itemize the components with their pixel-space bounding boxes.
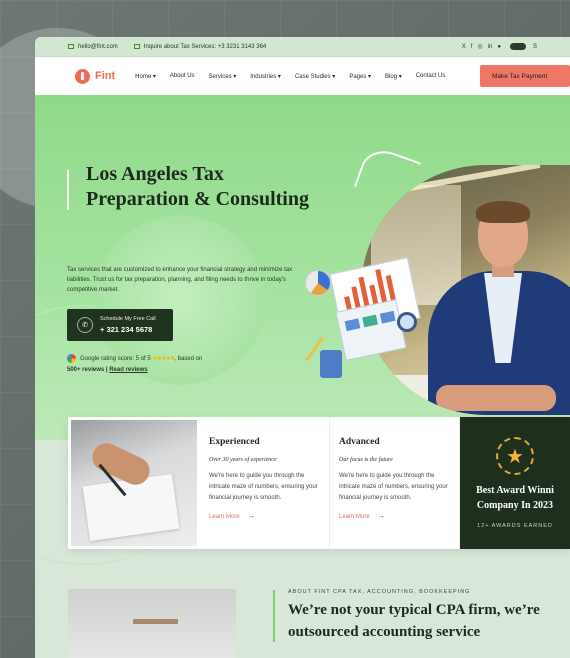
call-number: + 321 234 5678: [100, 325, 153, 334]
hero-title-line-2: Preparation & Consulting: [86, 188, 309, 210]
schedule-call-button[interactable]: ✆ Schedule My Free Call + 321 234 5678: [67, 309, 173, 341]
mail-icon: [68, 44, 74, 49]
inquiry-text: Inquire about Tax Services: +3 3231 3143…: [143, 43, 267, 50]
learn-more-label: Learn More: [209, 513, 240, 520]
calculator-icon: [320, 350, 342, 378]
phone-icon: [133, 44, 140, 49]
arrow-right-icon: →: [377, 513, 385, 520]
nav-item-case-studies[interactable]: Case Studies ▾: [295, 73, 335, 80]
google-rating: Google rating score: 5 of 5 ★★★★★, based…: [67, 354, 267, 376]
language-switch[interactable]: S: [533, 44, 537, 50]
nav-item-contact[interactable]: Contact Us: [416, 73, 446, 80]
rating-reviews: 500+ reviews |: [67, 367, 108, 374]
feature-card-experienced: Experienced Over 30 years of experience …: [200, 417, 330, 549]
feature-card-advanced: Advanced Our focus is the future We're h…: [330, 417, 460, 549]
hero-title-line-1: Los Angeles Tax: [86, 163, 224, 185]
logo-mark-icon: [75, 68, 90, 84]
award-title: Best Award Winni Company In 2023: [476, 483, 554, 513]
nav-item-services[interactable]: Services ▾: [209, 73, 237, 80]
hero-title: Los Angeles Tax Preparation & Consulting: [67, 162, 346, 212]
top-info-bar: hello@fint.com Inquire about Tax Service…: [35, 37, 570, 57]
pie-chart-icon: [305, 270, 331, 296]
about-image: [68, 589, 236, 658]
main-navigation: Fint Home ▾ About Us Services ▾ Industri…: [35, 57, 570, 95]
about-title-line-1: We’re not your typical CPA firm, we’re: [288, 602, 540, 618]
rating-suffix: , based on: [174, 356, 203, 363]
nav-menu: Home ▾ About Us Services ▾ Industries ▾ …: [135, 73, 445, 80]
email-text: hello@fint.com: [78, 43, 118, 50]
feature-description: We're here to guide you through the intr…: [339, 473, 448, 501]
award-laurel-icon: ★: [496, 437, 534, 475]
feature-cards: Experienced Over 30 years of experience …: [68, 417, 570, 549]
make-tax-payment-button[interactable]: Make Tax Payment: [480, 65, 570, 87]
learn-more-link[interactable]: Learn More →: [209, 513, 319, 520]
about-accent-bar: [273, 590, 275, 642]
magnifier-icon: [397, 312, 417, 332]
phone-call-icon: ✆: [77, 317, 93, 333]
hero-description: Tax services that are customized to enha…: [67, 267, 293, 293]
nav-item-home[interactable]: Home ▾: [135, 73, 156, 80]
about-title: We’re not your typical CPA firm, we’re o…: [288, 599, 540, 643]
rating-stars: ★★★★★: [152, 356, 175, 363]
arrow-right-icon: →: [247, 513, 255, 520]
learn-more-label: Learn More: [339, 513, 370, 520]
instagram-icon[interactable]: ◎: [477, 43, 482, 50]
finance-illustration: [305, 257, 425, 380]
award-title-line-2: Company In 2023: [476, 500, 554, 511]
nav-item-industries[interactable]: Industries ▾: [250, 73, 281, 80]
nav-item-pages[interactable]: Pages ▾: [349, 73, 371, 80]
logo[interactable]: Fint: [75, 68, 116, 84]
call-label: Schedule My Free Call: [100, 316, 156, 322]
consultant-figure: [416, 201, 570, 415]
feature-description: We're here to guide you through the intr…: [209, 473, 318, 501]
paperwork-image: [68, 417, 200, 549]
google-icon: [67, 354, 76, 363]
nav-item-blog[interactable]: Blog ▾: [385, 73, 402, 80]
about-title-line-2: outsourced accounting service: [288, 624, 481, 640]
wood-block: [133, 619, 178, 624]
learn-more-link[interactable]: Learn More →: [339, 513, 449, 520]
nav-item-about[interactable]: About Us: [170, 73, 195, 80]
awards-count: 12+ AWARDS EARNED: [477, 523, 553, 529]
facebook-icon[interactable]: f: [471, 44, 473, 50]
linkedin-icon[interactable]: in: [488, 44, 493, 50]
website-page: hello@fint.com Inquire about Tax Service…: [35, 37, 570, 658]
feature-subtitle: Our focus is the future: [339, 457, 393, 463]
title-accent-bar: [67, 170, 69, 210]
read-reviews-link[interactable]: Read reviews: [109, 367, 147, 373]
youtube-icon[interactable]: ●: [497, 44, 501, 50]
inquiry-contact[interactable]: Inquire about Tax Services: +3 3231 3143…: [133, 43, 267, 50]
x-icon[interactable]: X: [462, 44, 466, 50]
about-kicker: ABOUT FINT CPA TAX, ACCOUNTING, BOOKKEEP…: [288, 589, 471, 595]
award-card: ★ Best Award Winni Company In 2023 12+ A…: [460, 417, 570, 549]
theme-toggle[interactable]: [509, 43, 526, 50]
social-links: X f ◎ in ● S: [462, 43, 537, 50]
logo-text: Fint: [95, 70, 116, 82]
hero-section: Los Angeles Tax Preparation & Consulting…: [35, 95, 570, 565]
email-contact[interactable]: hello@fint.com: [68, 44, 118, 50]
feature-title: Experienced: [209, 437, 260, 447]
feature-subtitle: Over 30 years of experience: [209, 457, 277, 463]
feature-title: Advanced: [339, 437, 380, 447]
rating-text: Google rating score: 5 of 5: [80, 356, 151, 363]
award-title-line-1: Best Award Winni: [476, 485, 554, 496]
